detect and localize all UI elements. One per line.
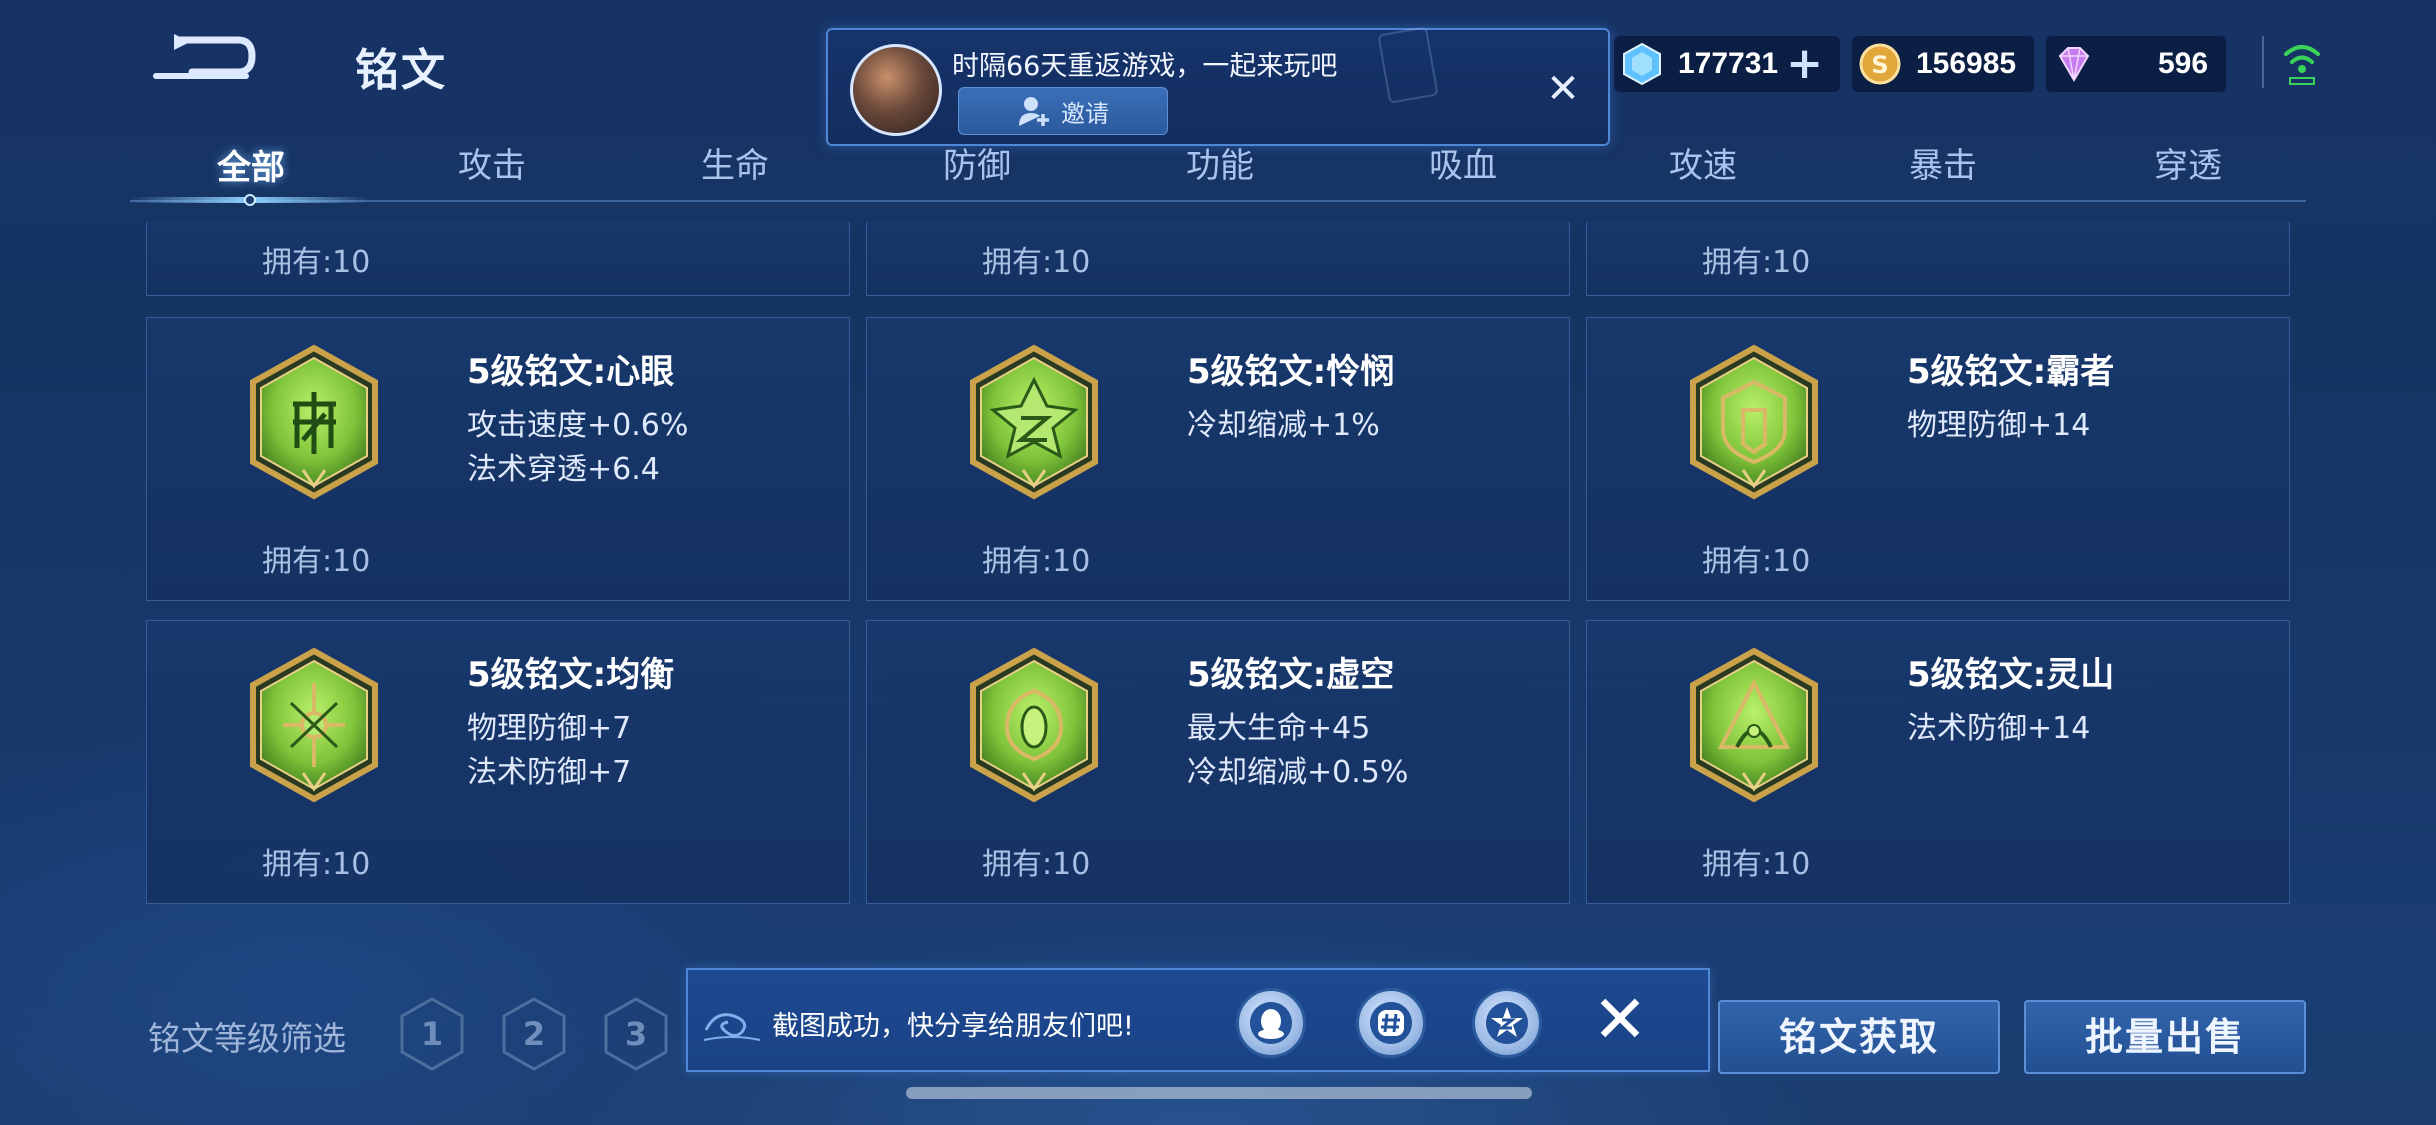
inscription-card-bazhe[interactable]: 5级铭文:霸者 物理防御+14 拥有:10 bbox=[1586, 317, 2290, 601]
wifi-signal-icon bbox=[2284, 45, 2320, 85]
diamond-icon bbox=[1623, 42, 1661, 86]
inscription-attr: 法术防御+14 bbox=[1907, 711, 2091, 746]
tab-penetration[interactable]: 穿透 bbox=[2113, 138, 2263, 187]
inscription-card-junheng[interactable]: 5级铭文:均衡 物理防御+7 法术防御+7 拥有:10 bbox=[146, 620, 850, 904]
level-number: 1 bbox=[420, 1015, 444, 1053]
friend-avatar[interactable] bbox=[850, 44, 942, 136]
svg-text:S: S bbox=[1871, 51, 1888, 79]
gem-value: 596 bbox=[2158, 47, 2209, 80]
page-title: 铭文 bbox=[355, 45, 447, 96]
header-divider bbox=[2262, 36, 2264, 88]
inscription-card-lingshan[interactable]: 5级铭文:灵山 法术防御+14 拥有:10 bbox=[1586, 620, 2290, 904]
owned-count: 拥有:10 bbox=[262, 847, 371, 882]
inscription-attr: 最大生命+45 bbox=[1187, 711, 1371, 746]
notification-message: 时隔66天重返游戏，一起来玩吧 bbox=[952, 51, 1338, 82]
tab-attack[interactable]: 攻击 bbox=[417, 138, 567, 187]
inscription-card-xukong[interactable]: 5级铭文:虚空 最大生命+45 冷却缩减+0.5% 拥有:10 bbox=[866, 620, 1570, 904]
add-friend-icon bbox=[1019, 97, 1049, 126]
back-button[interactable] bbox=[150, 30, 260, 92]
tab-critical[interactable]: 暴击 bbox=[1868, 138, 2018, 187]
invite-button[interactable]: 邀请 bbox=[958, 87, 1168, 135]
share-qq-button[interactable] bbox=[1236, 988, 1306, 1058]
inscription-attr: 法术防御+7 bbox=[467, 755, 632, 790]
inscription-card-xinyan[interactable]: 5级铭文:心眼 攻击速度+0.6% 法术穿透+6.4 拥有:10 bbox=[146, 317, 850, 601]
tab-defense[interactable]: 防御 bbox=[902, 138, 1052, 187]
gem-icon bbox=[2058, 47, 2090, 82]
inscription-attr: 物理防御+14 bbox=[1907, 408, 2091, 443]
owned-count: 拥有:10 bbox=[262, 245, 371, 280]
owned-count: 拥有:10 bbox=[982, 544, 1091, 579]
inscription-name: 5级铭文:均衡 bbox=[467, 655, 675, 695]
tab-utility[interactable]: 功能 bbox=[1145, 138, 1295, 187]
inscription-attr: 法术穿透+6.4 bbox=[467, 452, 660, 487]
inscription-card[interactable]: 拥有:10 bbox=[146, 222, 850, 296]
inscription-card-lianmin[interactable]: 5级铭文:怜悯 冷却缩减+1% 拥有:10 bbox=[866, 317, 1570, 601]
owned-count: 拥有:10 bbox=[1702, 847, 1811, 882]
share-message: 截图成功，快分享给朋友们吧! bbox=[772, 1011, 1134, 1042]
active-tab-dot bbox=[244, 194, 256, 206]
owned-count: 拥有:10 bbox=[262, 544, 371, 579]
level-number: 3 bbox=[624, 1015, 648, 1053]
tab-attack-speed[interactable]: 攻速 bbox=[1628, 138, 1778, 187]
gold-coin-icon: S bbox=[1859, 43, 1901, 85]
qq-penguin-icon bbox=[1250, 1002, 1292, 1044]
gem-currency: 596 bbox=[2046, 36, 2226, 92]
level-number: 2 bbox=[522, 1015, 546, 1053]
inscription-mountain-icon bbox=[1690, 647, 1818, 803]
inscription-attr: 物理防御+7 bbox=[467, 711, 632, 746]
level-filter-2[interactable]: 2 bbox=[500, 996, 568, 1072]
level-filter-label: 铭文等级筛选 bbox=[148, 1019, 346, 1058]
tab-health[interactable]: 生命 bbox=[660, 138, 810, 187]
inscription-grid: 拥有:10 拥有:10 拥有:10 5级铭文:心眼 攻击速度+0.6% 法术穿透… bbox=[146, 222, 2290, 908]
gold-currency: S 156985 bbox=[1852, 36, 2034, 92]
gold-value: 156985 bbox=[1916, 47, 2017, 80]
inscription-name: 5级铭文:心眼 bbox=[467, 352, 675, 392]
hashtag-icon bbox=[1370, 1002, 1412, 1044]
get-inscription-button[interactable]: 铭文获取 bbox=[1718, 1000, 2000, 1074]
screenshot-share-bar: 截图成功，快分享给朋友们吧! ✕ bbox=[686, 968, 1710, 1072]
card-decoration-icon bbox=[1377, 26, 1439, 104]
inscription-name: 5级铭文:怜悯 bbox=[1187, 352, 1395, 392]
invite-label: 邀请 bbox=[1061, 99, 1109, 128]
inscription-attr: 冷却缩减+0.5% bbox=[1187, 755, 1409, 790]
inscription-star-icon bbox=[970, 344, 1098, 500]
share-qzone-button[interactable] bbox=[1472, 988, 1542, 1058]
share-wechat-button[interactable] bbox=[1356, 988, 1426, 1058]
return-notification: 时隔66天重返游戏，一起来玩吧 邀请 ✕ bbox=[826, 26, 1610, 146]
diamond-currency: 177731 + bbox=[1614, 36, 1840, 92]
inscription-void-icon bbox=[970, 647, 1098, 803]
inscription-name: 5级铭文:灵山 bbox=[1907, 655, 2115, 695]
level-filter-3[interactable]: 3 bbox=[602, 996, 670, 1072]
tabs-divider bbox=[130, 200, 2306, 202]
owned-count: 拥有:10 bbox=[1702, 245, 1811, 280]
home-indicator[interactable] bbox=[906, 1087, 1532, 1099]
share-close-button[interactable]: ✕ bbox=[1584, 984, 1656, 1056]
inscription-attr: 攻击速度+0.6% bbox=[467, 408, 689, 443]
bulk-sell-button[interactable]: 批量出售 bbox=[2024, 1000, 2306, 1074]
cloud-swirl-icon bbox=[703, 1013, 761, 1041]
category-tabs: 全部 攻击 生命 防御 功能 吸血 攻速 暴击 穿透 bbox=[130, 132, 2310, 202]
inscription-attr: 冷却缩减+1% bbox=[1187, 408, 1380, 443]
owned-count: 拥有:10 bbox=[982, 847, 1091, 882]
notification-close-button[interactable]: ✕ bbox=[1540, 66, 1586, 112]
inscription-name: 5级铭文:虚空 bbox=[1187, 655, 1395, 695]
owned-count: 拥有:10 bbox=[982, 245, 1091, 280]
tab-lifesteal[interactable]: 吸血 bbox=[1388, 138, 1538, 187]
owned-count: 拥有:10 bbox=[1702, 544, 1811, 579]
add-diamond-button[interactable]: + bbox=[1786, 42, 1823, 86]
inscription-name: 5级铭文:霸者 bbox=[1907, 352, 2115, 392]
inscription-card[interactable]: 拥有:10 bbox=[1586, 222, 2290, 296]
inscription-eye-icon bbox=[250, 344, 378, 500]
inscription-shield-icon bbox=[1690, 344, 1818, 500]
inscription-cross-icon bbox=[250, 647, 378, 803]
inscription-card[interactable]: 拥有:10 bbox=[866, 222, 1570, 296]
tab-all[interactable]: 全部 bbox=[176, 140, 326, 189]
diamond-value: 177731 bbox=[1678, 47, 1779, 80]
qzone-star-icon bbox=[1486, 1002, 1528, 1044]
level-filter-1[interactable]: 1 bbox=[398, 996, 466, 1072]
